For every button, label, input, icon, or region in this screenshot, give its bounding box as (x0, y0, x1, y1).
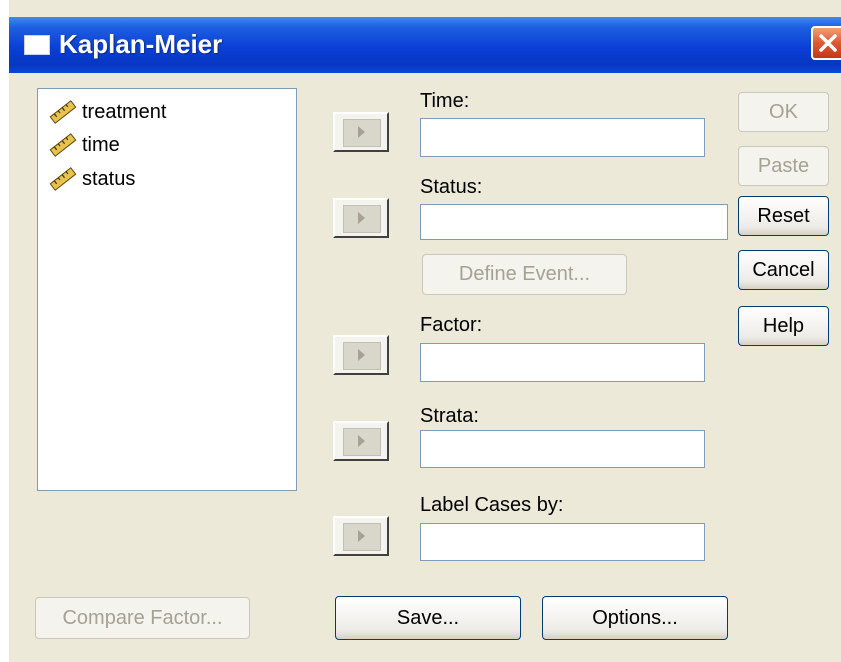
title-bar[interactable]: Kaplan-Meier (9, 17, 841, 73)
right-arrow-icon (358, 530, 365, 542)
list-item-time[interactable]: time (48, 130, 120, 160)
right-arrow-icon (358, 212, 365, 224)
save-button[interactable]: Save... (335, 596, 521, 640)
cancel-button[interactable]: Cancel (738, 250, 829, 290)
factor-label: Factor: (420, 314, 483, 336)
right-arrow-icon (358, 435, 365, 447)
scale-variable-icon (49, 100, 77, 124)
list-item-status[interactable]: status (48, 164, 135, 194)
kaplan-meier-dialog: Kaplan-Meier treatment time status Time:… (9, 0, 841, 662)
scale-variable-icon (49, 167, 77, 191)
label-cases-label: Label Cases by: (420, 494, 564, 516)
define-event-button[interactable]: Define Event... (422, 254, 627, 295)
variable-list[interactable]: treatment time status (37, 88, 297, 491)
label-cases-field[interactable] (420, 523, 705, 561)
right-arrow-icon (358, 349, 365, 361)
status-field[interactable] (420, 204, 728, 240)
strata-label: Strata: (420, 405, 479, 427)
list-item-treatment[interactable]: treatment (48, 97, 166, 127)
move-to-time-button[interactable] (333, 112, 389, 152)
paste-button[interactable]: Paste (738, 146, 829, 186)
right-arrow-icon (358, 126, 365, 138)
time-label: Time: (420, 90, 470, 112)
options-button[interactable]: Options... (542, 596, 728, 640)
move-to-status-button[interactable] (333, 198, 389, 238)
ok-button[interactable]: OK (738, 92, 829, 132)
move-to-factor-button[interactable] (333, 335, 389, 375)
scale-variable-icon (49, 133, 77, 157)
close-button[interactable] (811, 26, 841, 60)
status-label: Status: (420, 176, 483, 198)
compare-factor-button[interactable]: Compare Factor... (35, 597, 250, 639)
factor-field[interactable] (420, 343, 705, 382)
move-to-label-cases-button[interactable] (333, 516, 389, 556)
move-to-strata-button[interactable] (333, 421, 389, 461)
close-icon (819, 34, 837, 52)
window-icon (24, 35, 50, 55)
reset-button[interactable]: Reset (738, 196, 829, 236)
variable-label: time (82, 133, 120, 156)
time-field[interactable] (420, 118, 705, 157)
window-title: Kaplan-Meier (59, 29, 223, 59)
strata-field[interactable] (420, 430, 705, 468)
variable-label: status (82, 167, 136, 190)
variable-label: treatment (82, 100, 167, 123)
help-button[interactable]: Help (738, 306, 829, 346)
